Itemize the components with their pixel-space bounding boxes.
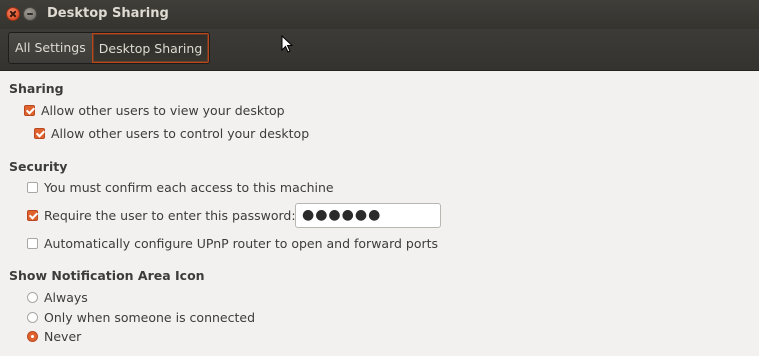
desktop-sharing-crumb[interactable]: Desktop Sharing (91, 33, 210, 63)
title-bar: Desktop Sharing (0, 0, 759, 30)
checkbox-unchecked-icon[interactable] (27, 237, 38, 249)
notification-heading: Show Notification Area Icon (9, 268, 205, 283)
allow-control-checkbox[interactable]: Allow other users to control your deskto… (34, 124, 309, 142)
sharing-heading: Sharing (9, 81, 64, 96)
radio-when-connected[interactable]: Only when someone is connected (27, 308, 255, 326)
radio-when-connected-label: Only when someone is connected (44, 309, 256, 325)
checkbox-unchecked-icon[interactable] (27, 181, 38, 193)
allow-control-label: Allow other users to control your deskto… (51, 125, 310, 141)
require-password-checkbox[interactable]: Require the user to enter this password: (27, 206, 296, 224)
allow-view-label: Allow other users to view your desktop (41, 102, 285, 118)
checkbox-checked-icon[interactable] (27, 209, 38, 221)
window-title: Desktop Sharing (47, 6, 169, 21)
radio-always[interactable]: Always (27, 288, 88, 306)
mouse-pointer-icon (281, 35, 293, 53)
radio-never[interactable]: Never (27, 327, 81, 345)
upnp-label: Automatically configure UPnP router to o… (44, 235, 439, 251)
allow-view-checkbox[interactable]: Allow other users to view your desktop (24, 101, 285, 119)
security-heading: Security (9, 159, 68, 174)
confirm-access-checkbox[interactable]: You must confirm each access to this mac… (27, 178, 334, 196)
radio-always-label: Always (44, 289, 88, 305)
radio-unselected-icon[interactable] (27, 311, 38, 323)
checkbox-checked-icon[interactable] (24, 104, 35, 116)
confirm-access-label: You must confirm each access to this mac… (44, 179, 334, 195)
breadcrumb: All Settings Desktop Sharing (8, 32, 211, 64)
password-input[interactable]: ●●●●●● (295, 203, 441, 228)
toolbar: All Settings Desktop Sharing (0, 29, 759, 71)
all-settings-button[interactable]: All Settings (9, 33, 92, 63)
upnp-checkbox[interactable]: Automatically configure UPnP router to o… (27, 234, 438, 252)
radio-unselected-icon[interactable] (27, 291, 38, 303)
radio-selected-icon[interactable] (27, 330, 38, 342)
radio-never-label: Never (44, 328, 82, 344)
require-password-label: Require the user to enter this password: (44, 207, 296, 223)
checkbox-checked-icon[interactable] (34, 127, 45, 139)
minimize-icon[interactable] (23, 7, 37, 21)
close-icon[interactable] (6, 7, 20, 21)
